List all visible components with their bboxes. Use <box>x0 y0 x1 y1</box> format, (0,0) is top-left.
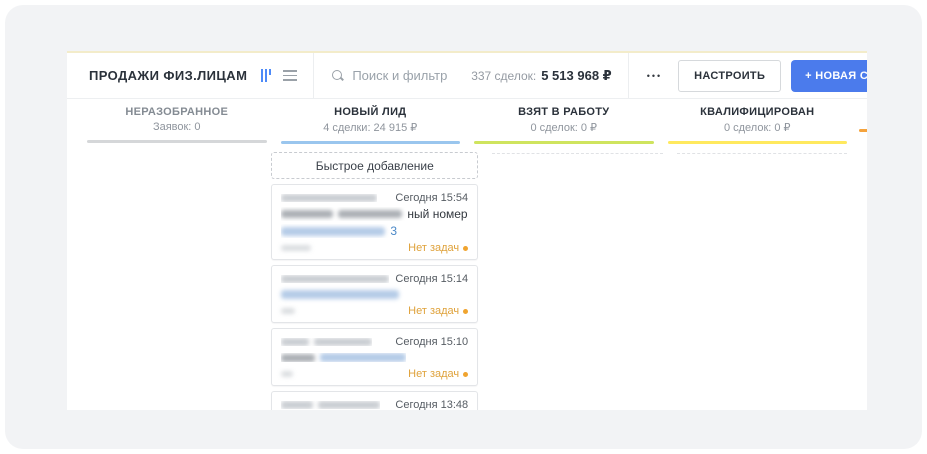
deals-sum: 5 513 968 ₽ <box>541 68 612 84</box>
search-placeholder: Поиск и фильтр <box>352 68 447 83</box>
stage-name: НОВЫЙ ЛИД <box>281 106 461 118</box>
stage-column-unsorted <box>87 144 257 410</box>
redacted-text <box>281 210 333 218</box>
redacted-text <box>281 245 311 251</box>
stage-header-unsorted: НЕРАЗОБРАННОЕ Заявок: 0 <box>87 106 267 144</box>
app-background: ПРОДАЖИ ФИЗ.ЛИЦАМ Поиск и фильтр 337 сде… <box>5 5 922 449</box>
crm-pipeline-panel: ПРОДАЖИ ФИЗ.ЛИЦАМ Поиск и фильтр 337 сде… <box>67 51 867 410</box>
stage-headers: НЕРАЗОБРАННОЕ Заявок: 0 НОВЫЙ ЛИД 4 сдел… <box>67 106 867 144</box>
deal-card[interactable]: Сегодня 15:54 ный номер 3 <box>271 184 478 260</box>
stage-name: НЕРАЗОБРАННОЕ <box>87 106 267 118</box>
stage-count: 0 сделок: 0 ₽ <box>668 121 848 134</box>
redacted-text <box>318 401 380 409</box>
redacted-text <box>281 275 389 283</box>
view-switcher <box>261 69 297 82</box>
more-menu-icon[interactable]: ••• <box>643 65 666 87</box>
redacted-text <box>281 308 295 314</box>
card-timestamp: Сегодня 15:14 <box>395 273 468 285</box>
toolbar-actions: ••• НАСТРОИТЬ + НОВАЯ СДЕЛКА <box>628 53 867 98</box>
stage-name: ВЗЯТ В РАБОТУ <box>474 106 654 118</box>
stage-column-new-lead: Быстрое добавление Сегодня 15:54 ный ном… <box>271 144 478 410</box>
deal-card[interactable]: Сегодня 15:10 Нет задач <box>271 328 478 386</box>
empty-dropzone <box>677 153 847 154</box>
task-dot-icon <box>463 246 468 251</box>
deals-summary: 337 сделок: 5 513 968 ₽ <box>471 68 628 84</box>
redacted-text <box>338 210 402 218</box>
stage-color-bar <box>87 140 267 143</box>
card-link-fragment[interactable]: 3 <box>390 224 397 238</box>
task-status-label: Нет задач <box>408 305 459 317</box>
stage-column-qualified <box>677 144 847 410</box>
new-deal-button[interactable]: + НОВАЯ СДЕЛКА <box>791 60 867 92</box>
task-status: Нет задач <box>408 242 468 254</box>
stage-count: Заявок: 0 <box>87 121 267 133</box>
deal-card[interactable]: Сегодня 15:14 Нет задач <box>271 265 478 323</box>
card-timestamp: Сегодня 15:54 <box>395 192 468 204</box>
pipeline-view-icon[interactable] <box>261 69 271 82</box>
top-toolbar: ПРОДАЖИ ФИЗ.ЛИЦАМ Поиск и фильтр 337 сде… <box>67 53 867 99</box>
kanban-board: Быстрое добавление Сегодня 15:54 ный ном… <box>67 144 867 410</box>
stage-name: КВАЛИФИЦИРОВАН <box>668 106 848 118</box>
task-status-label: Нет задач <box>408 242 459 254</box>
redacted-text <box>281 354 315 362</box>
stage-count: 0 сделок: 0 ₽ <box>474 121 654 134</box>
stage-column-in-progress <box>492 144 662 410</box>
stage-header-in-progress: ВЗЯТ В РАБОТУ 0 сделок: 0 ₽ <box>474 106 654 144</box>
redacted-text <box>281 371 293 377</box>
task-dot-icon <box>463 309 468 314</box>
stage-header-new-lead: НОВЫЙ ЛИД 4 сделки: 24 915 ₽ <box>281 106 461 144</box>
task-status: Нет задач <box>408 305 468 317</box>
configure-button[interactable]: НАСТРОИТЬ <box>678 60 781 92</box>
stage-header-qualified: КВАЛИФИЦИРОВАН 0 сделок: 0 ₽ <box>668 106 848 144</box>
empty-dropzone <box>492 153 662 154</box>
quick-add-button[interactable]: Быстрое добавление <box>271 152 478 179</box>
task-dot-icon <box>463 372 468 377</box>
task-status: Нет задач <box>408 368 468 380</box>
next-stage-peek-bar <box>859 129 867 132</box>
stage-count: 4 сделки: 24 915 ₽ <box>281 121 461 134</box>
redacted-link <box>320 353 406 362</box>
card-text-fragment: ный номер <box>407 207 467 221</box>
card-timestamp: Сегодня 15:10 <box>395 336 468 348</box>
deals-count: 337 сделок: <box>471 69 536 83</box>
pipeline-title: ПРОДАЖИ ФИЗ.ЛИЦАМ <box>67 68 247 83</box>
redacted-text <box>314 338 372 346</box>
card-timestamp: Сегодня 13:48 <box>395 399 468 411</box>
redacted-link <box>281 290 399 299</box>
search-input[interactable]: Поиск и фильтр <box>314 68 471 83</box>
search-icon <box>332 70 343 81</box>
redacted-text <box>281 401 313 409</box>
redacted-link <box>281 227 385 236</box>
list-view-icon[interactable] <box>283 70 297 81</box>
task-status-label: Нет задач <box>408 368 459 380</box>
redacted-text <box>281 338 309 346</box>
redacted-text <box>281 194 377 202</box>
deal-card[interactable]: Сегодня 13:48 <box>271 391 478 410</box>
